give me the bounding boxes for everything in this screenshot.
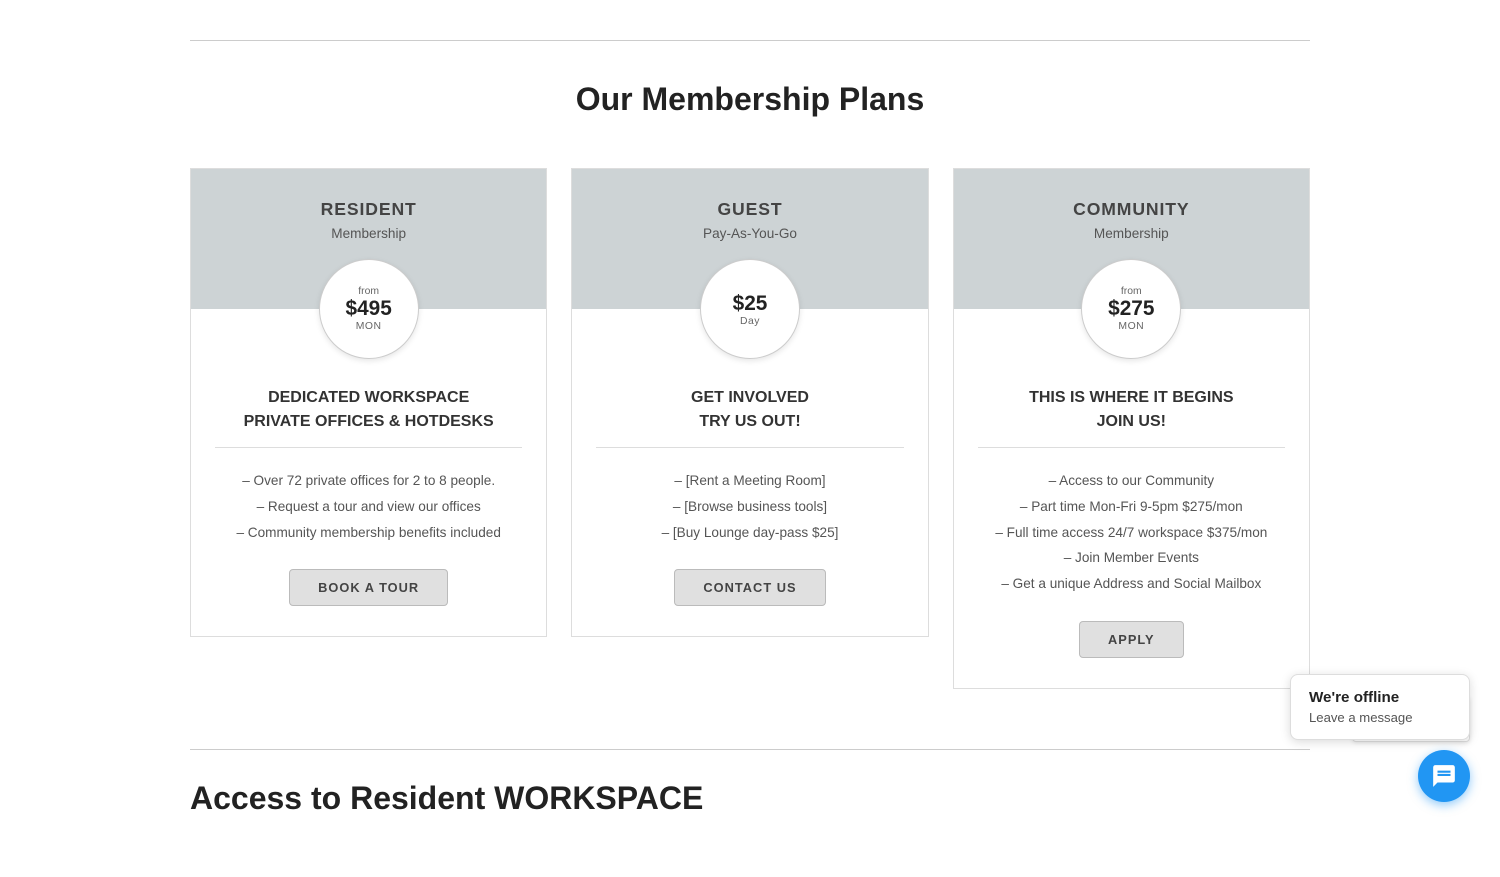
price-period-resident: MON [356,321,382,332]
plan-tagline1-guest: GET INVOLVED [596,389,903,407]
price-amount-guest: $25 [733,292,768,316]
feature-item: – [Buy Lounge day-pass $25] [596,520,903,546]
page-wrapper: Our Membership Plans RESIDENT Membership… [170,0,1330,877]
price-period-guest: Day [740,316,760,327]
plan-price-circle-community: from $275 MON [1081,259,1181,359]
chat-icon [1431,763,1457,789]
plan-divider-community [978,447,1285,448]
plan-tagline2-guest: TRY US OUT! [596,413,903,431]
plan-tagline2-resident: PRIVATE OFFICES & HOTDESKS [215,413,522,431]
plan-subtitle-community: Membership [974,226,1289,241]
plan-tagline2-community: JOIN US! [978,413,1285,431]
feature-item: – Part time Mon-Fri 9-5pm $275/mon [978,494,1285,520]
top-divider [190,40,1310,41]
price-period-community: MON [1118,321,1144,332]
chat-open-button[interactable] [1418,750,1470,802]
feature-item: – [Browse business tools] [596,494,903,520]
plan-price-circle-guest: $25 Day [700,259,800,359]
plan-card-resident: RESIDENT Membership from $495 MON DEDICA… [190,168,547,637]
plan-divider-resident [215,447,522,448]
feature-item: – Join Member Events [978,545,1285,571]
plan-tagline1-community: THIS IS WHERE IT BEGINS [978,389,1285,407]
feature-item: – Full time access 24/7 workspace $375/m… [978,520,1285,546]
price-from-resident: from [358,286,379,297]
chat-bubble: We're offline Leave a message [1290,674,1470,740]
feature-item: – [Rent a Meeting Room] [596,468,903,494]
plan-title-guest: GUEST [592,199,907,220]
plan-cta-button-resident[interactable]: BOOK A TOUR [289,569,448,606]
chat-widget: We're offline Leave a message [1290,674,1470,802]
plan-subtitle-guest: Pay-As-You-Go [592,226,907,241]
feature-item: – Community membership benefits included [215,520,522,546]
plan-subtitle-resident: Membership [211,226,526,241]
plan-features-guest: – [Rent a Meeting Room]– [Browse busines… [596,468,903,545]
feature-item: – Access to our Community [978,468,1285,494]
price-from-community: from [1121,286,1142,297]
feature-item: – Request a tour and view our offices [215,494,522,520]
plan-title-community: COMMUNITY [974,199,1289,220]
plan-card-guest: GUEST Pay-As-You-Go $25 Day GET INVOLVED… [571,168,928,637]
plan-body-community: THIS IS WHERE IT BEGINS JOIN US! – Acces… [954,359,1309,688]
plan-features-community: – Access to our Community– Part time Mon… [978,468,1285,597]
section-title: Our Membership Plans [190,81,1310,118]
chat-offline-title: We're offline [1309,689,1451,706]
plan-price-circle-resident: from $495 MON [319,259,419,359]
plans-grid: RESIDENT Membership from $495 MON DEDICA… [190,168,1310,689]
plan-cta-button-community[interactable]: APPLY [1079,621,1184,658]
plan-card-community: COMMUNITY Membership from $275 MON THIS … [953,168,1310,689]
feature-item: – Get a unique Address and Social Mailbo… [978,571,1285,597]
plan-features-resident: – Over 72 private offices for 2 to 8 peo… [215,468,522,545]
feature-item: – Over 72 private offices for 2 to 8 peo… [215,468,522,494]
plan-cta-button-guest[interactable]: CONTACT US [674,569,825,606]
plan-title-resident: RESIDENT [211,199,526,220]
bottom-divider [190,749,1310,750]
plan-divider-guest [596,447,903,448]
chat-offline-sub: Leave a message [1309,710,1451,725]
plan-body-resident: DEDICATED WORKSPACE PRIVATE OFFICES & HO… [191,359,546,636]
price-amount-resident: $495 [346,297,392,321]
plan-body-guest: GET INVOLVED TRY US OUT! – [Rent a Meeti… [572,359,927,636]
price-amount-community: $275 [1108,297,1154,321]
bottom-heading: Access to Resident WORKSPACE [190,780,1310,817]
plan-tagline1-resident: DEDICATED WORKSPACE [215,389,522,407]
